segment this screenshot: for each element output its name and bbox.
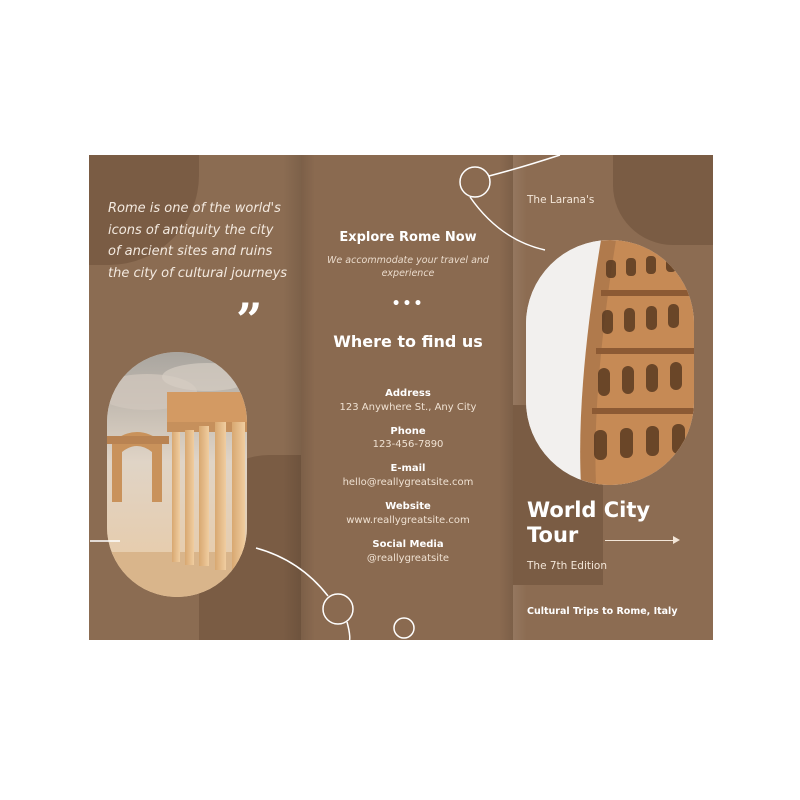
contact-website-label: Website bbox=[385, 501, 431, 512]
contact-email-label: E-mail bbox=[390, 463, 426, 474]
brand-name: The Larana's bbox=[527, 194, 595, 206]
intro-quote-text: Rome is one of the world's icons of anti… bbox=[108, 201, 288, 281]
contact-address-label: Address bbox=[385, 388, 431, 399]
quote-icon: ” bbox=[236, 293, 263, 347]
where-to-find-title: Where to find us bbox=[333, 332, 483, 351]
contact-phone-label: Phone bbox=[390, 426, 426, 437]
explore-title: Explore Rome Now bbox=[339, 230, 477, 245]
decorative-lines bbox=[90, 154, 561, 646]
tagline: Cultural Trips to Rome, Italy bbox=[527, 606, 678, 617]
arrow-line bbox=[605, 540, 677, 541]
edition-label: The 7th Edition bbox=[527, 560, 607, 572]
contact-social-label: Social Media bbox=[372, 539, 444, 550]
contact-phone-value: 123-456-7890 bbox=[372, 439, 444, 450]
arrow-right-icon bbox=[673, 536, 680, 544]
contact-social-value: @reallygreatsite bbox=[366, 553, 450, 564]
explore-subtitle: We accommodate your travel and experienc… bbox=[327, 255, 489, 279]
contact-address-value: 123 Anywhere St., Any City bbox=[339, 402, 477, 413]
contact-email-value: hello@reallygreatsite.com bbox=[342, 477, 474, 488]
dots-divider: ••• bbox=[391, 296, 425, 312]
contact-website-value: www.reallygreatsite.com bbox=[346, 515, 470, 526]
brochure-mockup: Rome is one of the world's icons of anti… bbox=[0, 0, 800, 800]
